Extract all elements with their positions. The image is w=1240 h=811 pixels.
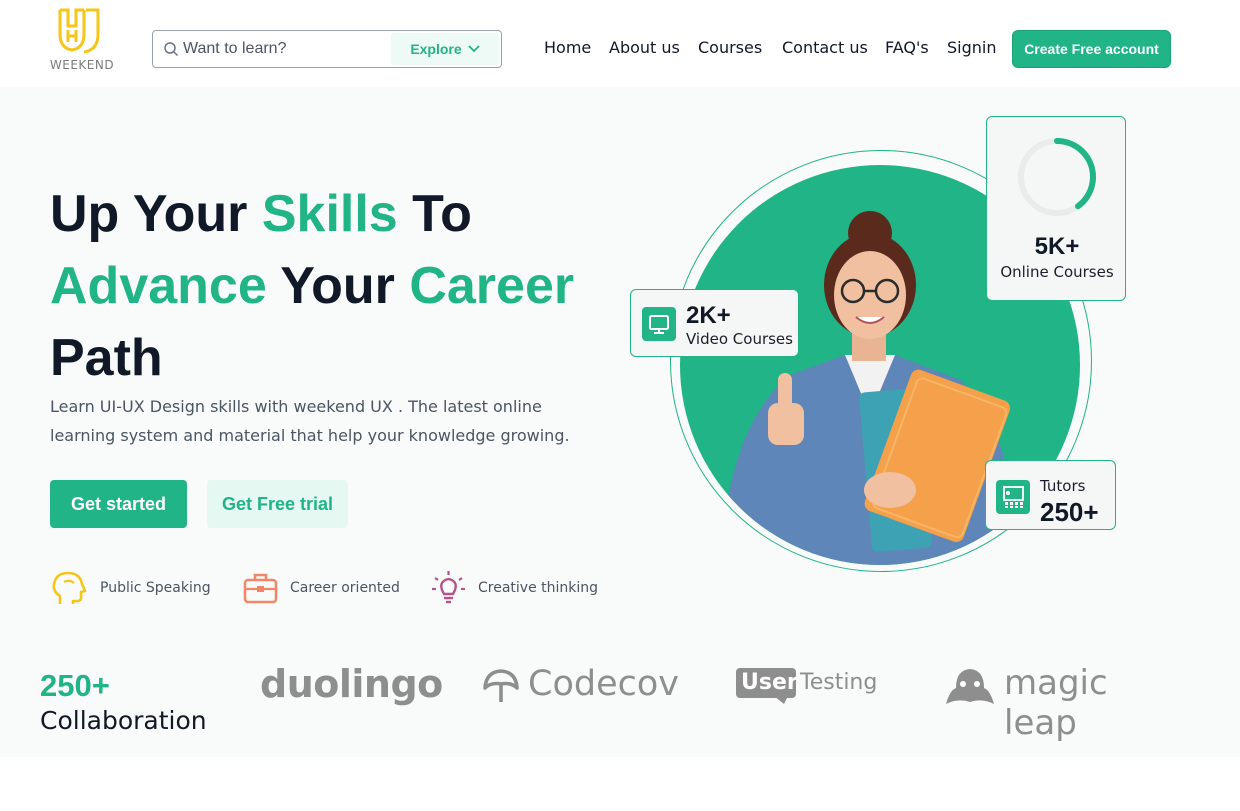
teacher-icon [1003, 486, 1024, 508]
headline-highlight: Skills [261, 185, 398, 243]
duolingo-logo: duolingo [260, 662, 443, 706]
skill-label: Career oriented [290, 580, 400, 596]
skill-label: Creative thinking [478, 580, 599, 596]
stat-card-online-courses: 5K+ Online Courses [986, 116, 1126, 301]
chevron-down-icon [468, 45, 480, 53]
tutors-label: Tutors [1040, 477, 1086, 495]
headline-highlight: Advance [50, 257, 267, 315]
video-courses-value: 2K+ [686, 302, 731, 329]
nav-home[interactable]: Home [544, 38, 591, 57]
nav-about-us[interactable]: About us [609, 38, 680, 57]
stat-card-video-courses: 2K+ Video Courses [630, 289, 799, 357]
progress-ring [1018, 138, 1096, 216]
user-word: User [741, 670, 798, 695]
tutors-value: 250+ [1040, 497, 1099, 527]
lightbulb-icon [432, 571, 465, 604]
collaboration-label: Collaboration [40, 706, 207, 735]
headline-text: Your [266, 257, 410, 315]
headline-line-1: Up Your Skills To [50, 188, 472, 240]
umbrella-icon [483, 669, 519, 702]
nav-courses[interactable]: Courses [698, 38, 762, 57]
magic-leap-logo: magic leap [944, 663, 1108, 743]
headline-text: Up Your [50, 185, 262, 243]
online-courses-value: 5K+ [1034, 233, 1080, 260]
nav-contact-us[interactable]: Contact us [782, 38, 868, 57]
get-started-button[interactable]: Get started [50, 480, 187, 528]
explore-dropdown[interactable]: Explore [391, 33, 499, 65]
monitor-icon [649, 315, 669, 334]
stat-card-tutors: Tutors 250+ [985, 460, 1116, 530]
headline-line-3: Path [50, 329, 163, 387]
magic-leap-wordmark: magic leap [1004, 663, 1108, 743]
nav-signin[interactable]: Signin [947, 38, 996, 57]
codecov-logo: Codecov [482, 664, 679, 709]
search-input[interactable] [183, 35, 383, 63]
logo-wordmark: WEEKEND [49, 58, 115, 72]
collaboration-count: 250+ [40, 668, 110, 703]
skill-label: Public Speaking [100, 580, 211, 596]
card-icon-box [642, 307, 676, 341]
headline-line-2: Advance Your Career [50, 260, 574, 312]
head-icon [52, 571, 87, 604]
page: WEEKEND Explore Home About us Courses Co… [0, 0, 1240, 811]
headline-highlight: Career [409, 257, 575, 315]
logo-mark-icon [58, 8, 100, 54]
get-free-trial-button[interactable]: Get Free trial [207, 480, 348, 528]
skill-career-oriented: Career oriented [243, 570, 400, 606]
magic-leap-creature-icon [946, 669, 994, 704]
create-account-button[interactable]: Create Free account [1012, 30, 1171, 68]
card-icon-box [996, 480, 1030, 514]
speech-tail-icon [774, 696, 788, 704]
nav-faqs[interactable]: FAQ's [885, 38, 929, 57]
headline-text: To [397, 185, 472, 243]
briefcase-icon [243, 573, 278, 604]
search-icon [164, 42, 179, 57]
search-bar: Explore [152, 30, 502, 68]
hero-description: Learn UI-UX Design skills with weekend U… [50, 397, 570, 445]
header: WEEKEND Explore Home About us Courses Co… [0, 0, 1240, 92]
skill-public-speaking: Public Speaking [50, 570, 211, 606]
codecov-wordmark: Codecov [528, 664, 679, 704]
explore-label: Explore [410, 41, 462, 57]
weekend-logo[interactable]: WEEKEND [44, 8, 120, 78]
video-courses-label: Video Courses [686, 330, 793, 348]
skill-creative-thinking: Creative thinking [431, 570, 598, 606]
online-courses-label: Online Courses [1000, 263, 1114, 281]
testing-word: Testing [800, 670, 878, 695]
